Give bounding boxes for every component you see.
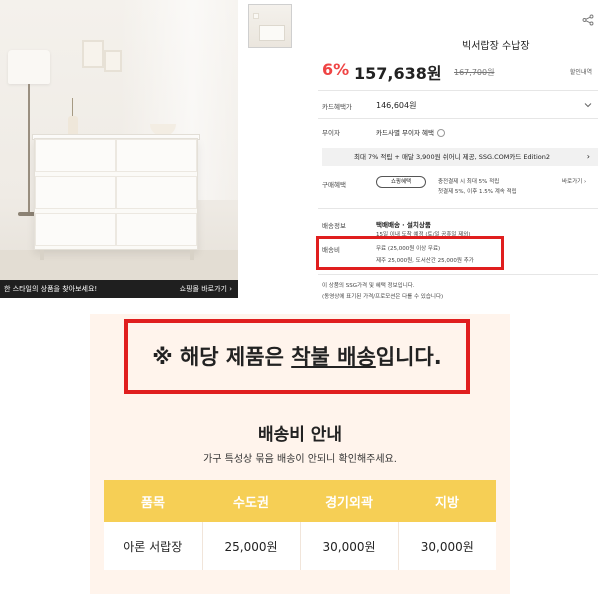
discount-info-link[interactable]: 할인내역	[570, 67, 592, 76]
divider	[318, 90, 598, 91]
plant-stem	[72, 98, 73, 118]
product-title: 빅서랍장 수납장	[462, 41, 530, 52]
shipping-fee-table: 품목 수도권 경기외곽 지방 아론 서랍장 25,000원 30,000원 30…	[104, 480, 496, 570]
video-price-note: (동영상에 표기된 가격/프로모션은 다를 수 있습니다)	[322, 294, 444, 300]
share-icon[interactable]	[582, 14, 594, 26]
fee-guide-subtitle: 가구 특성상 묶음 배송이 안되니 확인해주세요.	[203, 454, 397, 465]
table-header: 수도권	[202, 480, 300, 522]
chest-leg	[40, 250, 44, 260]
banner-text: 한 스타일의 상품을 찾아보세요!	[4, 285, 98, 293]
interest-free-label: 무이자	[322, 129, 340, 137]
purchase-benefit-line2: 첫결제 5%, 이후 1.5% 계속 적립	[438, 189, 517, 195]
interest-free-value[interactable]: 카드사별 무이자 혜택	[376, 127, 445, 137]
cod-highlight: 착불 배송	[291, 345, 376, 369]
cod-notice-box: ※ 해당 제품은 착불 배송입니다.	[124, 319, 470, 394]
cod-notice-text: ※ 해당 제품은 착불 배송입니다.	[152, 345, 442, 369]
table-header: 경기외곽	[300, 480, 398, 522]
card-benefit-price: 146,604원	[376, 101, 417, 110]
sale-price: 157,638원	[354, 64, 442, 83]
drawer	[35, 213, 116, 246]
product-thumbnail[interactable]	[248, 4, 292, 48]
benefit-bar-text: 최대 7% 적립 + 매달 3,900원 쉬어니 제공, SSG.COM카드 E…	[354, 153, 550, 161]
table-header: 품목	[104, 480, 202, 522]
chevron-down-icon[interactable]	[584, 101, 592, 109]
purchase-benefit-line1: 충전결제 시 최대 5% 적립	[438, 179, 500, 185]
drawer	[35, 176, 116, 209]
shipping-type: 택배배송 · 설치상품	[376, 221, 431, 229]
discount-rate: 6%	[322, 60, 350, 79]
card-benefit-label: 카드혜택가	[322, 103, 352, 111]
drawer-chest	[34, 138, 198, 250]
shipping-notice-panel: ※ 해당 제품은 착불 배송입니다. 배송비 안내 가구 특성상 묶음 배송이 …	[90, 314, 510, 594]
vase	[68, 116, 78, 136]
store-banner[interactable]: 한 스타일의 상품을 찾아보세요! 쇼핑몰 바로가기 ›	[0, 280, 238, 298]
original-price: 167,700원	[454, 68, 495, 77]
table-cell: 25,000원	[202, 522, 301, 570]
drawer	[116, 176, 197, 209]
table-header-row: 품목 수도권 경기외곽 지방	[104, 480, 496, 522]
table-row: 아론 서랍장 25,000원 30,000원 30,000원	[104, 522, 496, 570]
thumbnail-lamp	[253, 13, 259, 19]
product-main-image[interactable]	[0, 0, 238, 280]
drawer	[35, 139, 116, 172]
floor	[0, 250, 238, 280]
wall-frame	[82, 40, 104, 68]
product-info-panel: 빅서랍장 수납장 6% 157,638원 167,700원 할인내역 카드혜택가…	[312, 0, 600, 305]
price-note: 이 상품의 SSG가격 및 혜택 정보입니다.	[322, 283, 415, 289]
table-cell: 아론 서랍장	[104, 522, 203, 570]
shipping-info-label: 배송정보	[322, 222, 346, 230]
lamp-pole	[28, 84, 30, 214]
drawer	[116, 139, 197, 172]
chest-leg	[190, 250, 194, 260]
thumbnail-chest	[259, 25, 285, 41]
wall-frame	[104, 50, 122, 72]
table-header: 지방	[398, 480, 496, 522]
divider	[318, 208, 598, 209]
card-benefit-bar[interactable]: 최대 7% 적립 + 매달 3,900원 쉬어니 제공, SSG.COM카드 E…	[322, 148, 598, 166]
info-circle-icon[interactable]	[436, 129, 445, 137]
fee-guide-title: 배송비 안내	[257, 425, 343, 445]
banner-link[interactable]: 쇼핑몰 바로가기 ›	[180, 280, 232, 298]
divider	[318, 118, 598, 119]
purchase-benefit-more[interactable]: 바로가기 ›	[562, 177, 586, 185]
membership-button[interactable]: 쇼핑혜택	[376, 176, 426, 188]
product-page-screenshot: 한 스타일의 상품을 찾아보세요! 쇼핑몰 바로가기 › 빅서랍장 수납장 6%…	[0, 0, 600, 305]
purchase-benefit-label: 구매혜택	[322, 181, 346, 189]
shipping-fee-highlight	[316, 236, 504, 270]
chevron-right-icon: ›	[586, 152, 590, 161]
price-row: 6% 157,638원 167,700원 할인내역	[322, 60, 598, 83]
table-cell: 30,000원	[398, 522, 496, 570]
drawer	[116, 213, 197, 246]
floor-lamp	[8, 50, 50, 84]
divider	[318, 274, 598, 275]
table-cell: 30,000원	[300, 522, 399, 570]
